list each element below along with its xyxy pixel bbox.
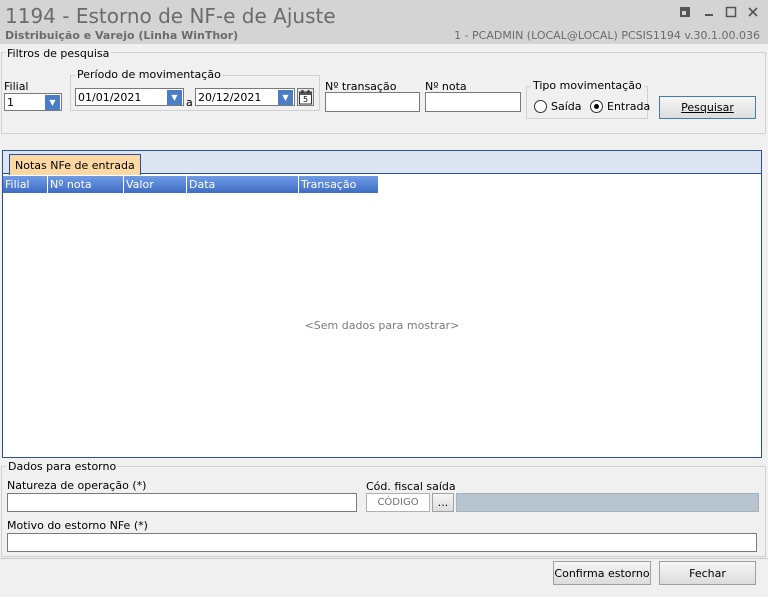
estorno-group-title: Dados para estorno — [6, 460, 119, 473]
empty-grid-message: <Sem dados para mostrar> — [304, 319, 460, 332]
chevron-down-icon[interactable]: ▼ — [278, 89, 293, 105]
date-to-value: 20/12/2021 — [198, 90, 262, 104]
tab-notas-entrada[interactable]: Notas NFe de entrada — [9, 154, 141, 175]
date-to-picker[interactable]: 20/12/2021 ▼ — [195, 88, 295, 106]
chevron-down-icon[interactable]: ▼ — [167, 89, 182, 105]
column-header[interactable]: Filial — [3, 176, 48, 193]
restore-icon[interactable] — [677, 5, 693, 19]
close-icon[interactable] — [745, 5, 761, 19]
saida-label: Saída — [551, 100, 582, 113]
radio-off-icon[interactable] — [534, 100, 547, 113]
cfop-label: Cód. fiscal saída — [366, 480, 456, 493]
window-title: 1194 - Estorno de NF-e de Ajuste — [5, 4, 336, 28]
minimize-icon[interactable] — [701, 5, 717, 19]
close-button[interactable]: Fechar — [659, 561, 756, 585]
entrada-label: Entrada — [607, 100, 651, 113]
column-header[interactable]: Valor — [124, 176, 187, 193]
cfop-code-input[interactable]: CÓDIGO — [366, 493, 430, 512]
natureza-input[interactable] — [7, 493, 357, 512]
column-header[interactable]: Transação — [299, 176, 379, 193]
calendar-icon[interactable]: 5 — [297, 88, 314, 106]
filial-select[interactable]: 1 ▼ — [4, 93, 62, 111]
search-button[interactable]: Pesquisar — [659, 96, 756, 119]
filial-value: 1 — [7, 95, 14, 109]
saida-radio[interactable]: Saída — [534, 100, 582, 113]
footer-divider — [0, 558, 768, 559]
motivo-input[interactable] — [7, 533, 757, 552]
date-separator: a — [186, 96, 193, 109]
periodo-title: Período de movimentação — [75, 68, 223, 81]
calendar-day: 5 — [303, 95, 309, 104]
filial-label: Filial — [4, 80, 29, 93]
results-panel: Notas NFe de entrada Filial Nº nota Valo… — [2, 150, 762, 458]
cfop-lookup-button[interactable]: ... — [432, 493, 454, 512]
motivo-label: Motivo do estorno NFe (*) — [7, 519, 148, 532]
title-bar: 1194 - Estorno de NF-e de Ajuste Distrib… — [0, 0, 768, 44]
date-from-picker[interactable]: 01/01/2021 ▼ — [75, 88, 184, 106]
transacao-input[interactable] — [325, 92, 420, 112]
natureza-label: Natureza de operação (*) — [7, 479, 147, 492]
radio-on-icon[interactable] — [590, 100, 603, 113]
entrada-radio[interactable]: Entrada — [590, 100, 650, 113]
cfop-description-field — [456, 493, 759, 512]
column-header[interactable]: Data — [187, 176, 299, 193]
nota-input[interactable] — [425, 92, 521, 112]
tab-strip: Notas NFe de entrada — [3, 151, 761, 175]
date-from-value: 01/01/2021 — [78, 90, 142, 104]
maximize-icon[interactable] — [723, 5, 739, 19]
window-subtitle: Distribuição e Varejo (Linha WinThor) — [5, 29, 239, 42]
confirm-estorno-button[interactable]: Confirma estorno — [553, 561, 651, 585]
column-header[interactable]: Nº nota — [48, 176, 124, 193]
tipo-title: Tipo movimentação — [531, 79, 644, 92]
user-info: 1 - PCADMIN (LOCAL@LOCAL) PCSIS1194 v.30… — [454, 29, 760, 42]
chevron-down-icon[interactable]: ▼ — [45, 94, 60, 110]
filters-group-title: Filtros de pesquisa — [5, 47, 112, 60]
